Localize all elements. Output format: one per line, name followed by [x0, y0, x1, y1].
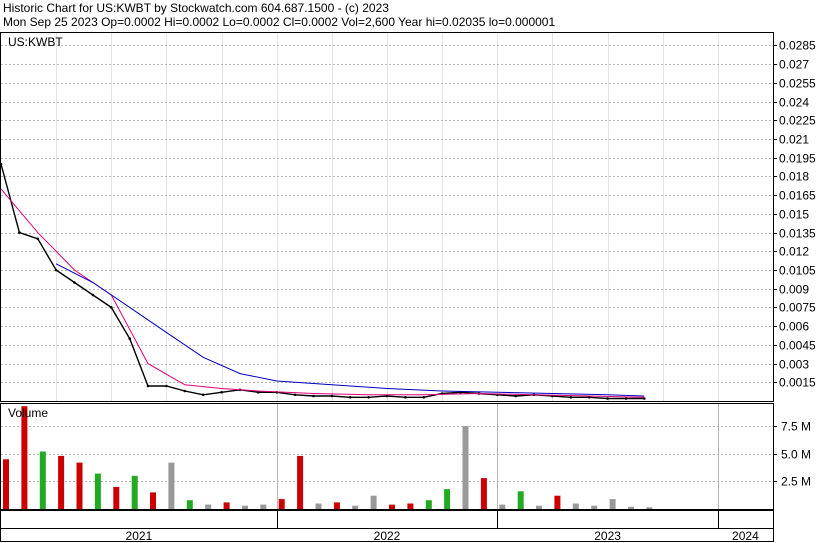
price-point [165, 384, 168, 388]
price-point [404, 396, 407, 399]
volume-bar [389, 504, 395, 509]
price-point [348, 396, 352, 399]
year-label: 2022 [374, 529, 401, 543]
price-point [293, 393, 297, 397]
volume-bar [370, 495, 377, 509]
year-label: 2023 [594, 529, 621, 543]
price-point [91, 293, 95, 297]
volume-bar [554, 495, 561, 509]
price-tick-label: 0.024 [779, 96, 809, 110]
price-tick-label: 0.012 [779, 245, 809, 259]
price-point [220, 391, 223, 394]
volume-bar [333, 502, 340, 509]
volume-bar [223, 502, 230, 509]
volume-bar [168, 462, 175, 509]
price-point [606, 397, 609, 400]
price-tick-label: 0.0135 [779, 227, 816, 241]
volume-bar [205, 504, 212, 509]
historic-chart: 0.0015 0.003 0.0045 0.006 0.0075 0.009 0.0105 0… [0, 32, 816, 543]
price-point [73, 281, 76, 284]
year-axis-frame [0, 510, 774, 529]
volume-bar [131, 475, 138, 509]
price-tick-label: 0.021 [779, 133, 809, 147]
price-point [624, 397, 628, 400]
volume-bar [462, 426, 469, 509]
price-point [569, 396, 573, 399]
price-point [201, 393, 205, 397]
price-point [514, 394, 517, 398]
price-point [128, 337, 131, 340]
volume-bar [572, 503, 579, 509]
price-tick-label: 0.0255 [779, 77, 816, 91]
price-tick-label: 0.0165 [779, 189, 816, 203]
price-tick-label: 0.0285 [779, 39, 816, 53]
volume-bar [94, 473, 101, 509]
volume-axis-ticks: 2.5 M 5.0 M 7.5 M [773, 420, 811, 489]
volume-bar [591, 505, 598, 509]
volume-bar [315, 503, 322, 509]
volume-bar [3, 459, 9, 509]
volume-bar [444, 489, 451, 509]
price-point [110, 306, 113, 309]
price-tick-label: 0.009 [779, 283, 809, 297]
year-labels: 2021 2022 2023 2024 [126, 529, 760, 543]
price-tick-label: 0.0015 [779, 376, 816, 390]
volume-bar [297, 455, 304, 509]
volume-bar [260, 504, 267, 509]
volume-bar [407, 503, 414, 509]
volume-bar [536, 505, 542, 509]
price-tick-label: 0.0225 [779, 114, 816, 128]
volume-bar [278, 499, 285, 509]
price-point [36, 237, 40, 241]
price-point [367, 396, 370, 399]
price-tick-label: 0.003 [779, 358, 809, 372]
price-tick-label: 0.0075 [779, 301, 816, 315]
volume-tick-label: 7.5 M [781, 420, 811, 434]
volume-bar [186, 500, 193, 509]
volume-bar [113, 486, 120, 509]
volume-tick-label: 5.0 M [781, 448, 811, 462]
volume-bar [646, 507, 653, 509]
year-label: 2021 [126, 529, 153, 543]
price-point [146, 384, 150, 388]
price-tick-label: 0.018 [779, 170, 809, 184]
volume-label: Volume [8, 406, 48, 420]
volume-bar [499, 504, 506, 509]
price-tick-label: 0.015 [779, 208, 809, 222]
series-line-ma_short [0, 188, 645, 398]
price-point [312, 394, 315, 398]
volume-bar [39, 451, 46, 509]
price-point [183, 389, 187, 393]
volume-bar [425, 500, 432, 509]
year-label: 2024 [732, 529, 759, 543]
price-axis-ticks: 0.0015 0.003 0.0045 0.006 0.0075 0.009 0.0105 0… [773, 39, 816, 390]
volume-bar [21, 406, 28, 509]
volume-bar [242, 505, 248, 509]
volume-bar [150, 492, 156, 509]
price-tick-label: 0.006 [779, 320, 809, 334]
volume-tick-label: 2.5 M [781, 475, 811, 489]
price-point [422, 396, 426, 399]
price-tick-label: 0.0045 [779, 339, 816, 353]
symbol-label: US:KWBT [8, 35, 63, 49]
volume-bar [517, 491, 524, 509]
price-tick-label: 0.0105 [779, 264, 816, 278]
volume-bar [352, 505, 359, 509]
price-point [54, 268, 58, 272]
volume-bar [58, 455, 65, 509]
price-tick-label: 0.027 [779, 58, 809, 72]
gridlines [1, 33, 773, 528]
series-line-price [0, 163, 645, 400]
volume-bar [480, 478, 487, 509]
price-point [18, 231, 21, 234]
price-point [330, 394, 334, 398]
price-tick-label: 0.0195 [779, 152, 816, 166]
volume-bar [628, 506, 634, 509]
volume-bars [3, 406, 653, 509]
volume-bar [609, 499, 616, 509]
volume-bar [76, 462, 83, 509]
